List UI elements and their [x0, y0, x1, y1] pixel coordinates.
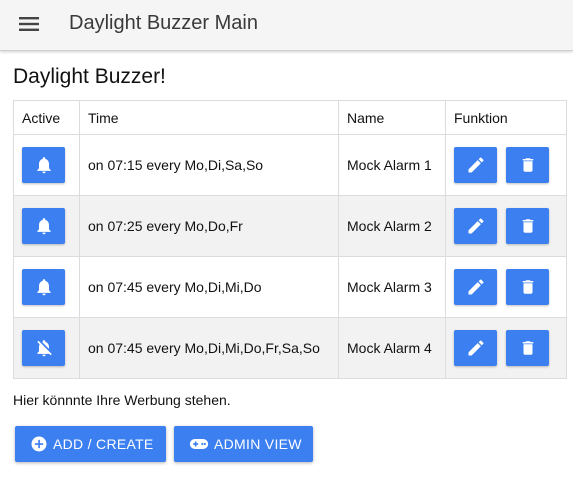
active-cell	[13, 256, 80, 318]
bell-icon	[34, 276, 54, 298]
active-cell	[13, 134, 80, 196]
edit-icon	[466, 216, 486, 236]
edit-icon	[466, 155, 486, 175]
function-cell	[445, 317, 567, 379]
delete-icon	[519, 338, 537, 358]
bell-icon	[34, 154, 54, 176]
table-header-row: Active Time Name Funktion	[13, 100, 567, 135]
bell-icon	[34, 215, 54, 237]
time-cell: on 07:25 every Mo,Do,Fr	[79, 195, 339, 257]
ad-text: Hier könnnte Ihre Werbung stehen.	[13, 392, 231, 408]
active-cell	[13, 317, 80, 379]
name-cell: Mock Alarm 2	[338, 195, 446, 257]
delete-button[interactable]	[506, 330, 549, 366]
column-header-active: Active	[13, 100, 80, 135]
delete-icon	[519, 277, 537, 297]
gamepad-icon	[189, 435, 209, 453]
function-cell	[445, 195, 567, 257]
delete-button[interactable]	[506, 147, 549, 183]
table-row: on 07:15 every Mo,Di,Sa,So Mock Alarm 1	[13, 134, 567, 196]
delete-icon	[519, 155, 537, 175]
toggle-active-button[interactable]	[22, 330, 65, 366]
time-cell: on 07:45 every Mo,Di,Mi,Do,Fr,Sa,So	[79, 317, 339, 379]
delete-icon	[519, 216, 537, 236]
time-cell: on 07:15 every Mo,Di,Sa,So	[79, 134, 339, 196]
edit-button[interactable]	[454, 269, 497, 305]
admin-view-button[interactable]: ADMIN VIEW	[174, 426, 313, 462]
edit-button[interactable]	[454, 208, 497, 244]
add-create-label: ADD / CREATE	[53, 436, 154, 452]
name-cell: Mock Alarm 1	[338, 134, 446, 196]
edit-button[interactable]	[454, 147, 497, 183]
delete-button[interactable]	[506, 269, 549, 305]
column-header-function: Funktion	[445, 100, 567, 135]
bell-off-icon	[34, 337, 54, 359]
function-cell	[445, 134, 567, 196]
name-cell: Mock Alarm 3	[338, 256, 446, 318]
app-bar: Daylight Buzzer Main	[0, 0, 573, 51]
delete-button[interactable]	[506, 208, 549, 244]
column-header-time: Time	[79, 100, 339, 135]
page-title: Daylight Buzzer!	[13, 65, 166, 88]
table-row: on 07:45 every Mo,Di,Mi,Do Mock Alarm 3	[13, 256, 567, 318]
edit-icon	[466, 338, 486, 358]
time-cell: on 07:45 every Mo,Di,Mi,Do	[79, 256, 339, 318]
app-title: Daylight Buzzer Main	[69, 12, 258, 34]
active-cell	[13, 195, 80, 257]
table-row: on 07:45 every Mo,Di,Mi,Do,Fr,Sa,So Mock …	[13, 317, 567, 379]
name-cell: Mock Alarm 4	[338, 317, 446, 379]
menu-icon[interactable]	[14, 12, 44, 36]
add-circle-icon	[30, 435, 48, 453]
toggle-active-button[interactable]	[22, 147, 65, 183]
edit-icon	[466, 277, 486, 297]
add-create-button[interactable]: ADD / CREATE	[15, 426, 166, 462]
toggle-active-button[interactable]	[22, 208, 65, 244]
table-row: on 07:25 every Mo,Do,Fr Mock Alarm 2	[13, 195, 567, 257]
admin-view-label: ADMIN VIEW	[214, 436, 302, 452]
edit-button[interactable]	[454, 330, 497, 366]
function-cell	[445, 256, 567, 318]
alarms-table: Active Time Name Funktion on 07:15 every…	[13, 100, 567, 379]
toggle-active-button[interactable]	[22, 269, 65, 305]
column-header-name: Name	[338, 100, 446, 135]
